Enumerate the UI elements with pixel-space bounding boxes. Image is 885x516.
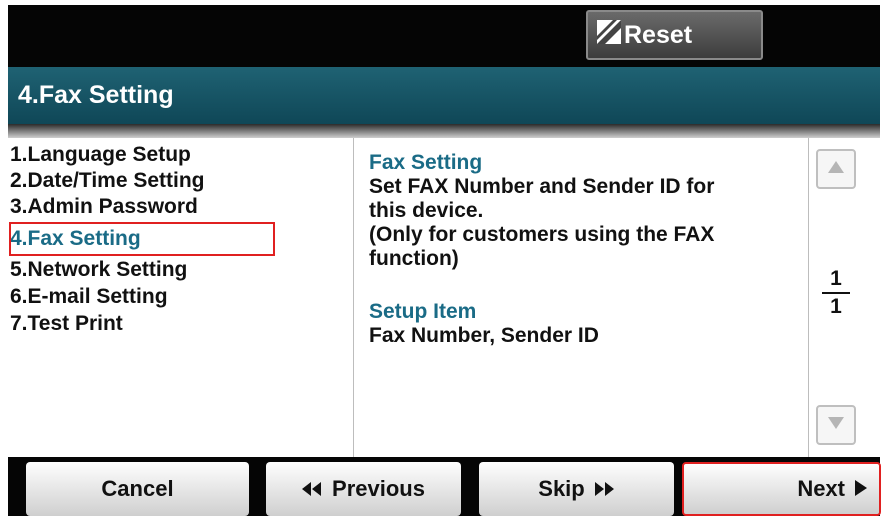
cancel-label: Cancel [101, 476, 174, 501]
reset-label: Reset [624, 20, 693, 49]
selected-item-highlight [9, 222, 275, 256]
double-arrow-right-icon [594, 476, 615, 502]
triangle-up-icon [828, 160, 844, 178]
menu-item-language-setup[interactable]: 1.Language Setup [10, 142, 191, 167]
scroll-up-button[interactable] [816, 149, 856, 189]
menu-item-date-time-setting[interactable]: 2.Date/Time Setting [10, 168, 205, 193]
arrow-right-icon [855, 476, 867, 502]
menu-item-test-print[interactable]: 7.Test Print [10, 311, 123, 336]
next-button[interactable]: Next [682, 462, 881, 516]
skip-label: Skip [538, 476, 585, 501]
description-heading: Fax Setting [369, 151, 483, 174]
scroll-down-button[interactable] [816, 405, 856, 445]
page-divider-line [822, 292, 850, 294]
reset-button[interactable]: Reset [586, 10, 763, 60]
setup-item-text: Fax Number, Sender ID [369, 324, 599, 347]
page-current: 1 [830, 267, 842, 290]
description-text: Set FAX Number and Sender ID for this de… [369, 175, 715, 270]
menu-item-email-setting[interactable]: 6.E-mail Setting [10, 284, 168, 309]
description-panel: Fax Setting Set FAX Number and Sender ID… [369, 150, 799, 348]
next-label: Next [797, 476, 845, 501]
page-total: 1 [830, 295, 842, 318]
triangle-down-icon [828, 416, 844, 434]
previous-label: Previous [332, 476, 425, 501]
skip-button[interactable]: Skip [479, 462, 674, 516]
double-arrow-left-icon [302, 476, 322, 502]
printer-setup-screen: Reset 4.Fax Setting 1.Language Setup 2.D… [0, 0, 885, 516]
cancel-button[interactable]: Cancel [26, 462, 249, 516]
title-shadow [8, 124, 880, 138]
panel-divider [353, 138, 354, 457]
setup-item-heading: Setup Item [369, 300, 477, 323]
page-title: 4.Fax Setting [8, 67, 880, 124]
reset-icon [596, 19, 624, 52]
previous-button[interactable]: Previous [266, 462, 461, 516]
top-bar: Reset [8, 5, 880, 67]
menu-item-network-setting[interactable]: 5.Network Setting [10, 257, 187, 282]
menu-item-admin-password[interactable]: 3.Admin Password [10, 194, 198, 219]
